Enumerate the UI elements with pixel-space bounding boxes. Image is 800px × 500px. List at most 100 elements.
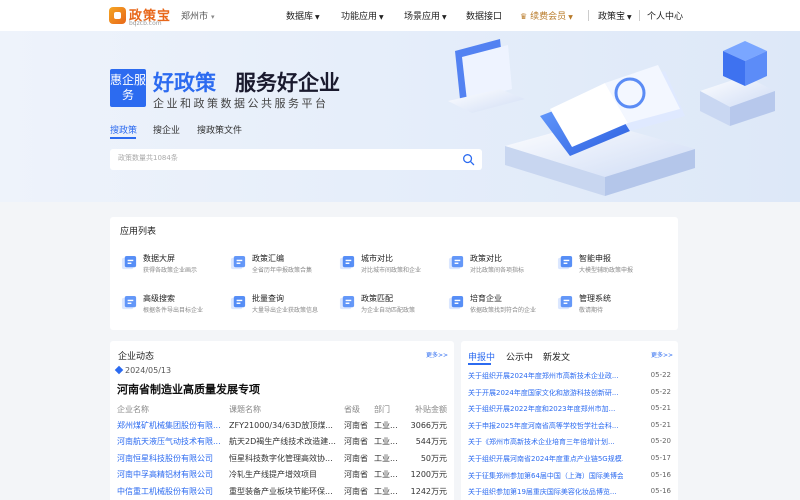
news-title[interactable]: 关于组织参加第19届重庆国际美容化妆品博览...: [468, 487, 623, 497]
app-desc: 全省历年申报政策合集: [252, 267, 313, 274]
app-name: 政策匹配: [361, 294, 393, 303]
table-header-row: 企业名称 课题名称 省级 部门 补贴金额: [117, 401, 447, 417]
site-logo[interactable]: 政策宝 bqzcb.com: [109, 5, 173, 27]
tab-applying[interactable]: 申报中: [468, 350, 495, 363]
news-title[interactable]: 关于组织开展2022年度和2023年度郑州市加...: [468, 404, 623, 414]
app-item[interactable]: 数据大屏获得各政策企业画示: [121, 253, 226, 283]
app-desc: 对比城市间政策和企业: [361, 267, 422, 274]
col-header: 课题名称: [229, 404, 261, 414]
search-input[interactable]: [118, 154, 438, 162]
company-name-cell[interactable]: 中信重工机械股份有限公司: [117, 483, 229, 500]
news-date: 05-22: [650, 387, 671, 396]
app-item[interactable]: 政策汇编全省历年申报政策合集: [230, 253, 335, 283]
subsidy-cell: 50万元: [420, 453, 447, 463]
news-title[interactable]: 关于组织开展2024年度郑州市高新技术企业政...: [468, 371, 623, 381]
app-item[interactable]: 智能申报 大模型辅助政策申报: [557, 253, 662, 283]
app-name: 管理系统: [579, 294, 611, 303]
app-list-title: 应用列表: [120, 227, 157, 237]
news-item[interactable]: 关于组织开展2024年度郑州市高新技术企业政... 05-22: [468, 371, 671, 387]
table-row[interactable]: 郑州煤矿机械集团股份有限... ZFY21000/34/63D放顶煤... 河南省工…: [117, 417, 447, 434]
table-row[interactable]: 中信重工机械股份有限公司 重型装备产业板块节能环保... 河南省 工业... 1242万…: [117, 483, 447, 500]
nav-vip-renew[interactable]: ♛ 续费会员 ▼: [520, 9, 573, 22]
app-name: 智能申报: [579, 254, 611, 263]
news-title[interactable]: 关于《郑州市高新技术企业培育三年倍增计划...: [468, 437, 623, 447]
nav-database[interactable]: 数据库 ▼: [286, 9, 320, 22]
logo-icon: [109, 7, 126, 24]
app-desc: 依据政策找到符合的企业: [470, 307, 537, 314]
tab-new-docs[interactable]: 新发文: [543, 350, 570, 363]
table-row[interactable]: 河南中孚高精铝材有限公司 冷轧生产线提产增效项目 河南省 工业... 1200万元: [117, 467, 447, 484]
nav-scenarios[interactable]: 场景应用 ▼: [404, 9, 447, 22]
nav-user-center[interactable]: 个人中心: [647, 9, 683, 22]
enterprise-headline[interactable]: 河南省制造业高质量发展专项: [117, 381, 260, 397]
news-title[interactable]: 关于申报2025年度河南省高等学校哲学社会科...: [468, 421, 623, 431]
province-cell: 河南省: [344, 453, 368, 463]
nav-label: 功能应用: [341, 12, 378, 22]
app-icon: [557, 295, 573, 310]
nav-zcb[interactable]: 政策宝 ▼: [598, 9, 632, 22]
col-header: 省级: [344, 404, 360, 414]
news-date: 05-16: [650, 470, 671, 479]
tab-search-policy[interactable]: 搜政策: [110, 123, 137, 136]
tab-publicity[interactable]: 公示中: [506, 350, 533, 363]
enterprise-more-link[interactable]: 更多>>: [426, 350, 448, 359]
app-name: 政策对比: [470, 254, 502, 263]
company-name-cell[interactable]: 河南恒星科技股份有限公司: [117, 450, 229, 467]
enterprise-date: 2024/05/13: [114, 365, 172, 375]
app-item[interactable]: 高级搜索 根据条件导出目标企业: [121, 293, 226, 323]
app-icon: [230, 295, 246, 310]
news-item[interactable]: 关于组织开展河南省2024年度重点产业链5G规模... 05-17: [468, 454, 671, 470]
nav-data-api[interactable]: 数据接口: [466, 9, 502, 22]
app-desc: 大量导出企业获政策信息: [252, 307, 319, 314]
tab-search-company[interactable]: 搜企业: [153, 123, 180, 136]
app-icon: [121, 295, 137, 310]
app-item[interactable]: 培育企业依据政策找到符合的企业: [448, 293, 553, 323]
date-label: 2024/05/13: [125, 366, 172, 375]
app-item[interactable]: 政策匹配 为企业自动匹配政策: [339, 293, 444, 323]
app-name: 数据大屏: [143, 254, 175, 263]
col-header: 企业名称: [117, 404, 149, 414]
app-item[interactable]: 管理系统 敬请期待: [557, 293, 662, 323]
news-date: 05-22: [650, 371, 671, 379]
news-title[interactable]: 关于开展2024年度国家文化和旅游科技创新研...: [468, 388, 623, 398]
province-cell: 河南省: [344, 486, 368, 496]
app-item[interactable]: 城市对比 对比城市间政策和企业: [339, 253, 444, 283]
nav-label: 数据接口: [466, 12, 503, 22]
news-item[interactable]: 关于申报2025年度河南省高等学校哲学社会科... 05-21: [468, 421, 671, 437]
news-item[interactable]: 关于组织参加第19届重庆国际美容化妆品博览... 05-16: [468, 487, 671, 500]
crown-icon: ♛: [520, 12, 528, 21]
company-name-cell[interactable]: 郑州煤矿机械集团股份有限...: [117, 417, 229, 434]
nav-label: 个人中心: [647, 12, 684, 22]
tab-search-policy-file[interactable]: 搜政策文件: [197, 123, 242, 136]
app-desc: 根据条件导出目标企业: [143, 307, 204, 314]
province-cell: 河南省: [344, 470, 368, 480]
table-row[interactable]: 河南恒星科技股份有限公司 恒星科技数字化管理高效协... 河南省 工业... 50万元: [117, 450, 447, 467]
news-title[interactable]: 关于征集郑州参加第64届中国（上海）国际美博会...: [468, 471, 623, 481]
dept-cell: 工业...: [374, 437, 398, 447]
app-icon: [339, 255, 355, 270]
table-row[interactable]: 河南航天液压气动技术有限... 航天2D褐生产线技术改造建... 河南省 工业... 5…: [117, 434, 447, 451]
company-name-cell[interactable]: 河南航天液压气动技术有限...: [117, 434, 229, 451]
app-name: 政策汇编: [252, 254, 284, 263]
news-more-link[interactable]: 更多>>: [651, 350, 673, 359]
app-item[interactable]: 政策对比 对比政策间各项指标: [448, 253, 553, 283]
company-name-cell[interactable]: 河南中孚高精铝材有限公司: [117, 467, 229, 484]
app-desc: 获得各政策企业画示: [143, 267, 198, 274]
nav-features[interactable]: 功能应用 ▼: [341, 9, 384, 22]
app-icon: [230, 255, 246, 270]
caret-down-icon: ▼: [568, 14, 573, 21]
app-item[interactable]: 批量查询大量导出企业获政策信息: [230, 293, 335, 323]
news-item[interactable]: 关于组织开展2022年度和2023年度郑州市加... 05-21: [468, 404, 671, 420]
news-item[interactable]: 关于开展2024年度国家文化和旅游科技创新研... 05-22: [468, 388, 671, 404]
app-name: 培育企业: [470, 294, 502, 303]
city-selector[interactable]: 郑州市 ▾: [181, 9, 215, 22]
app-name: 批量查询: [252, 294, 284, 303]
app-icon: [339, 295, 355, 310]
city-label: 郑州市: [181, 12, 209, 22]
project-name-cell: 重型装备产业板块节能环保...: [229, 486, 333, 496]
subsidy-cell: 1242万元: [410, 486, 447, 496]
news-item[interactable]: 关于《郑州市高新技术企业培育三年倍增计划... 05-20: [468, 437, 671, 453]
news-title[interactable]: 关于组织开展河南省2024年度重点产业链5G规模...: [468, 454, 623, 464]
nav-label: 场景应用: [404, 12, 441, 22]
news-item[interactable]: 关于征集郑州参加第64届中国（上海）国际美博会... 05-16: [468, 471, 671, 487]
